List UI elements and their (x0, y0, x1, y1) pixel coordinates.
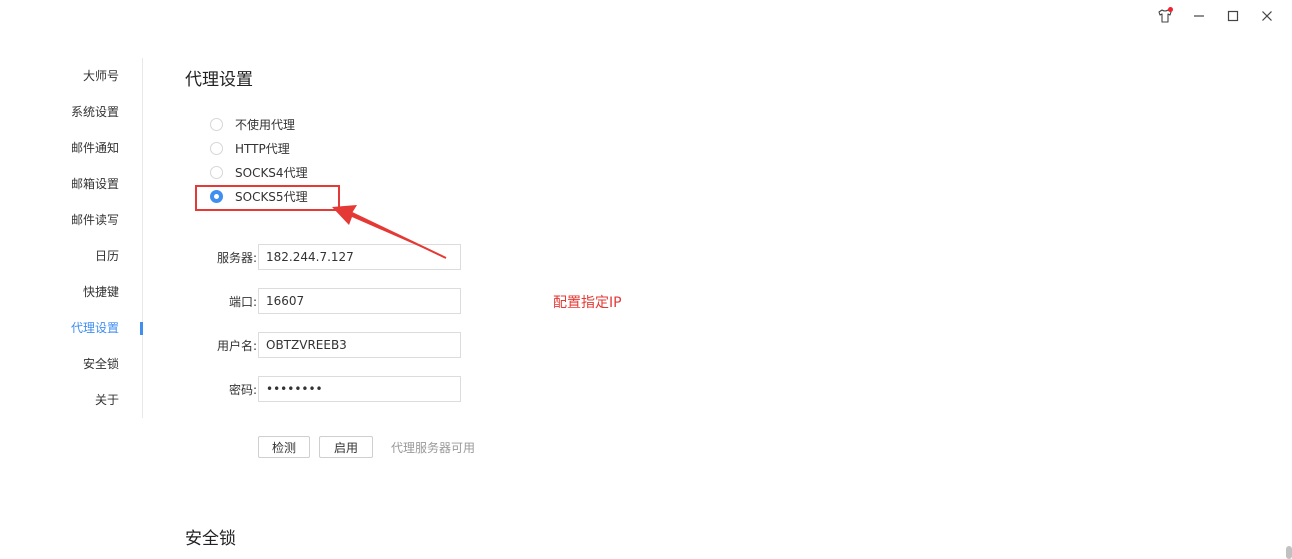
password-label: 密码: (228, 382, 257, 397)
maximize-button[interactable] (1216, 4, 1250, 28)
skin-button[interactable] (1148, 4, 1182, 28)
detect-button[interactable]: 检测 (258, 436, 310, 458)
radio-button[interactable] (210, 117, 223, 131)
proxy-section-title: 代理设置 (185, 70, 253, 90)
username-input[interactable] (258, 332, 461, 358)
sidebar-item-mailbox-settings[interactable]: 邮箱设置 (0, 166, 142, 202)
maximize-icon (1227, 10, 1239, 22)
radio-socks4-proxy[interactable]: SOCKS4代理 (210, 160, 308, 184)
close-button[interactable] (1250, 4, 1284, 28)
sidebar-item-system-settings[interactable]: 系统设置 (0, 94, 142, 130)
minimize-button[interactable] (1182, 4, 1216, 28)
scrollbar-thumb[interactable] (1286, 546, 1292, 559)
annotation-highlight-box (195, 185, 340, 211)
server-input[interactable] (258, 244, 461, 270)
sidebar-item-proxy-settings[interactable]: 代理设置 (0, 310, 143, 346)
server-row: 服务器: (185, 243, 475, 271)
window-controls (1148, 4, 1284, 28)
radio-button[interactable] (210, 141, 223, 155)
radio-http-proxy[interactable]: HTTP代理 (210, 136, 308, 160)
radio-no-proxy[interactable]: 不使用代理 (210, 112, 308, 136)
radio-label: HTTP代理 (235, 141, 290, 156)
radio-label: 不使用代理 (235, 117, 296, 132)
sidebar-item-about[interactable]: 关于 (0, 382, 142, 418)
server-label: 服务器: (216, 250, 257, 265)
sidebar-item-shortcuts[interactable]: 快捷键 (0, 274, 142, 310)
annotation-label: 配置指定IP (553, 295, 622, 311)
enable-button[interactable]: 启用 (319, 436, 373, 458)
sidebar-item-calendar[interactable]: 日历 (0, 238, 142, 274)
sidebar-item-mail-notification[interactable]: 邮件通知 (0, 130, 142, 166)
sidebar-item-mail-read-write[interactable]: 邮件读写 (0, 202, 142, 238)
port-label: 端口: (228, 294, 257, 309)
port-input[interactable] (258, 288, 461, 314)
close-icon (1262, 11, 1272, 21)
notification-dot (1168, 7, 1173, 12)
radio-label: SOCKS4代理 (235, 165, 308, 180)
username-label: 用户名: (216, 338, 257, 353)
security-section-title: 安全锁 (185, 529, 236, 549)
username-row: 用户名: (185, 331, 475, 359)
minimize-icon (1194, 15, 1204, 17)
port-row: 端口: (185, 287, 475, 315)
sidebar-item-security-lock[interactable]: 安全锁 (0, 346, 142, 382)
sidebar-item-master-account[interactable]: 大师号 (0, 58, 142, 94)
settings-sidebar: 大师号 系统设置 邮件通知 邮箱设置 邮件读写 日历 快捷键 代理设置 安全锁 … (0, 58, 143, 418)
proxy-status-text: 代理服务器可用 (391, 441, 476, 455)
radio-button[interactable] (210, 165, 223, 179)
password-row: 密码: (185, 375, 475, 403)
password-input[interactable] (258, 376, 461, 402)
